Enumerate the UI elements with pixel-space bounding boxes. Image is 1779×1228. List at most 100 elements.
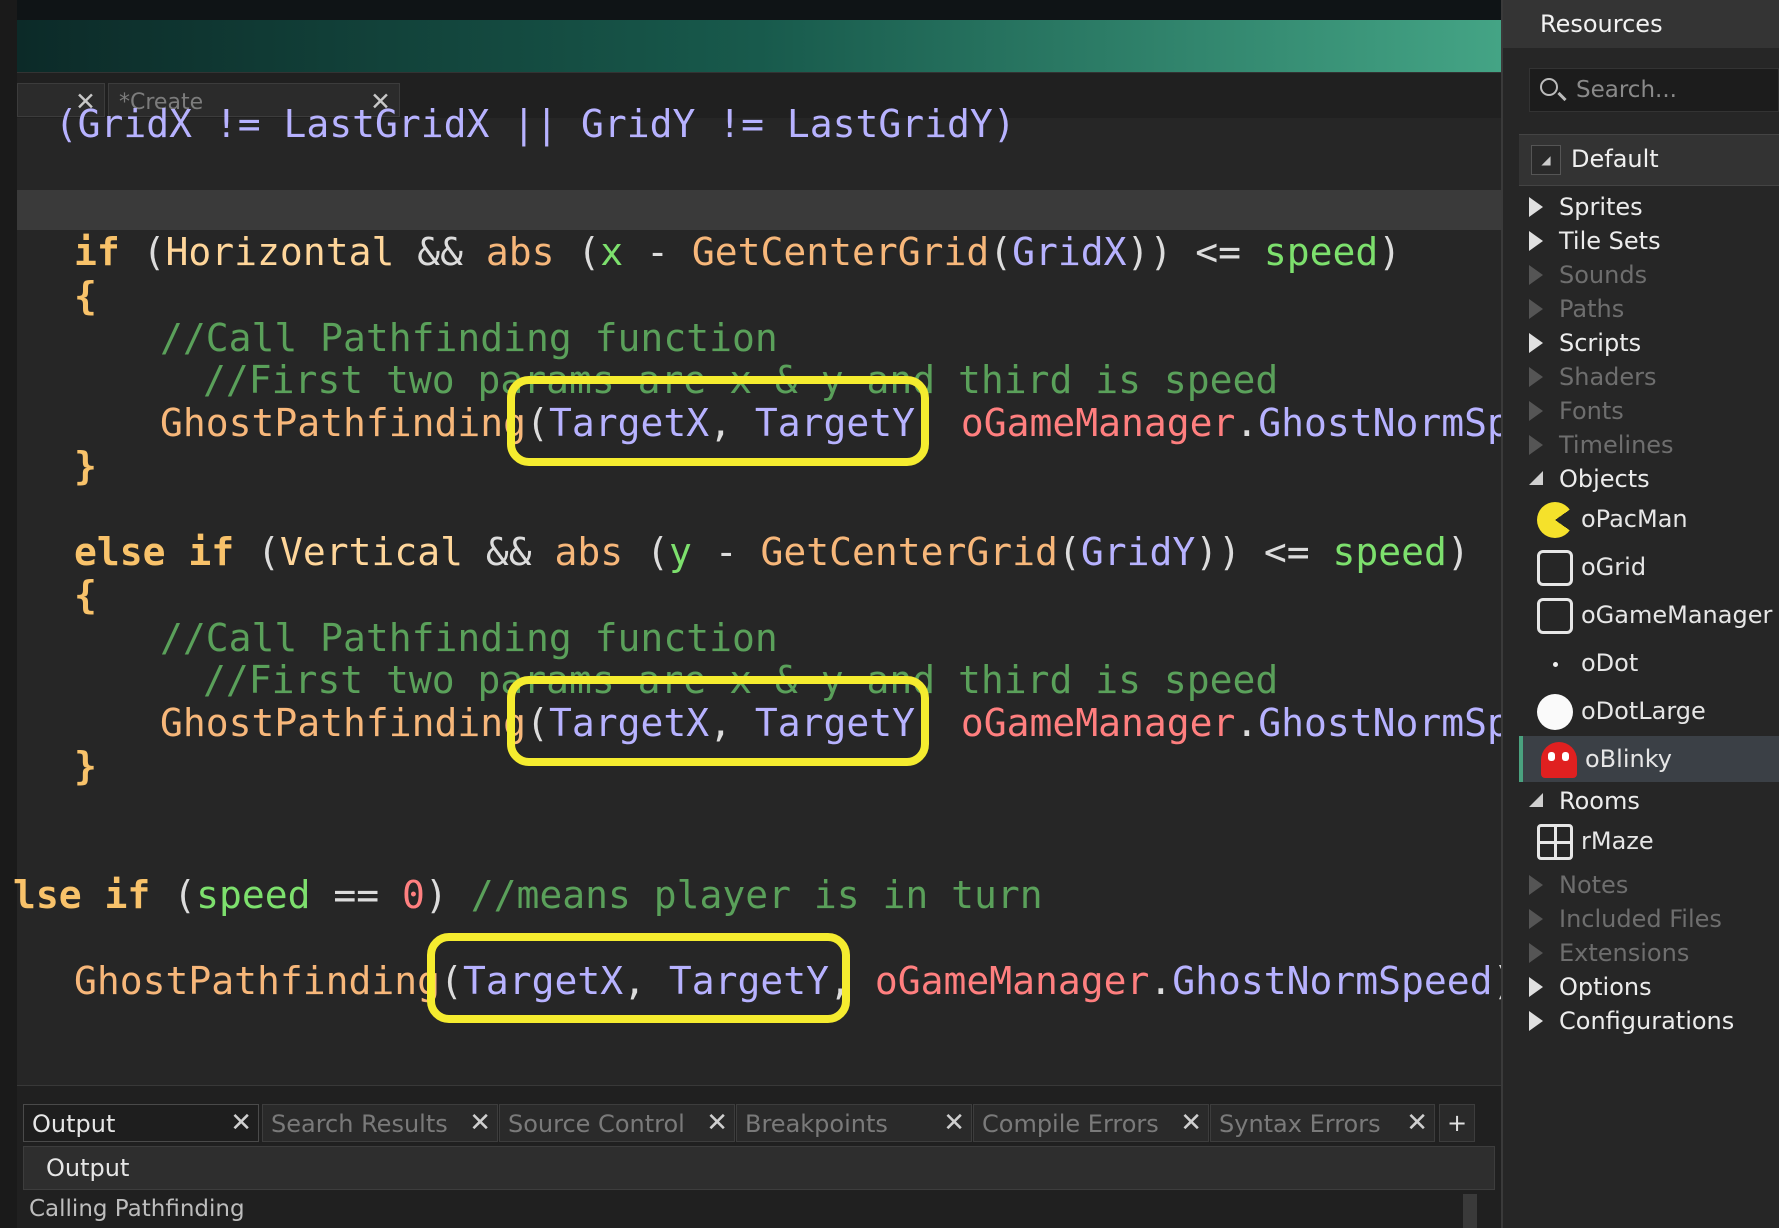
resource-folder-paths[interactable]: Paths	[1519, 292, 1779, 326]
resource-label: oBlinky	[1585, 745, 1672, 773]
resources-title-bar: Resources	[1503, 0, 1779, 48]
output-header-label: Output	[46, 1154, 130, 1182]
resource-folder-fonts[interactable]: Fonts	[1519, 394, 1779, 428]
resource-label: oGrid	[1581, 553, 1647, 581]
object-icon	[1537, 598, 1573, 634]
resource-folder-sprites[interactable]: Sprites	[1519, 190, 1779, 224]
resource-folder-label: Sprites	[1559, 193, 1643, 221]
code-line-brace-close: }	[74, 744, 97, 788]
tab-source-control[interactable]: Source Control ✕	[499, 1104, 735, 1142]
resource-object-odotlarge[interactable]: oDotLarge	[1519, 688, 1779, 734]
tab-search-results[interactable]: Search Results ✕	[262, 1104, 498, 1142]
output-log-text: Calling Pathfinding	[29, 1196, 245, 1222]
resource-label: oGameManager	[1581, 601, 1773, 629]
resource-folder-shaders[interactable]: Shaders	[1519, 360, 1779, 394]
search-placeholder: Search...	[1576, 77, 1677, 103]
tab-syntax-errors[interactable]: Syntax Errors ✕	[1210, 1104, 1435, 1142]
resource-folder-label: Scripts	[1559, 329, 1642, 357]
add-tab-button[interactable]: +	[1439, 1104, 1475, 1142]
resource-label: oDotLarge	[1581, 697, 1706, 725]
tab-label: Syntax Errors	[1219, 1110, 1381, 1138]
tab-label: Breakpoints	[745, 1110, 888, 1138]
tab-label: Compile Errors	[982, 1110, 1159, 1138]
dot-icon	[1537, 646, 1573, 682]
collapse-arrow-icon	[1529, 471, 1543, 485]
resource-folder-label: Options	[1559, 973, 1652, 1001]
tab-label: Source Control	[508, 1110, 685, 1138]
expand-arrow-icon	[1529, 875, 1543, 895]
close-icon[interactable]: ✕	[230, 1108, 252, 1138]
highlight-ring	[427, 933, 850, 1023]
resource-folder-label: Rooms	[1559, 787, 1640, 815]
resource-folder-label: Paths	[1559, 295, 1625, 323]
expand-arrow-icon	[1529, 977, 1543, 997]
resource-folder-notes[interactable]: Notes	[1519, 868, 1779, 902]
tab-label: Search Results	[271, 1110, 448, 1138]
resource-folder-tile-sets[interactable]: Tile Sets	[1519, 224, 1779, 258]
code-line-else-if-speed: lse if (speed == 0) //means player is in…	[13, 873, 1043, 917]
group-icon: ◢	[1531, 145, 1561, 175]
collapse-arrow-icon	[1529, 793, 1543, 807]
code-line-brace-close: }	[74, 444, 97, 488]
expand-arrow-icon	[1529, 909, 1543, 929]
expand-arrow-icon	[1529, 1011, 1543, 1031]
resource-object-oblinky[interactable]: oBlinky	[1519, 736, 1779, 782]
close-icon[interactable]: ✕	[1180, 1108, 1202, 1138]
expand-arrow-icon	[1529, 265, 1543, 285]
expand-arrow-icon	[1529, 197, 1543, 217]
resource-folder-label: Shaders	[1559, 363, 1657, 391]
tab-breakpoints[interactable]: Breakpoints ✕	[736, 1104, 972, 1142]
resource-folder-options[interactable]: Options	[1519, 970, 1779, 1004]
resource-room-rmaze[interactable]: rMaze	[1519, 818, 1779, 864]
pacman-icon	[1537, 502, 1573, 538]
highlight-ring	[507, 676, 929, 766]
tab-compile-errors[interactable]: Compile Errors ✕	[973, 1104, 1209, 1142]
editor-title-strip	[17, 0, 1501, 20]
resource-label: oDot	[1581, 649, 1639, 677]
output-header: Output	[23, 1146, 1495, 1190]
expand-arrow-icon	[1529, 401, 1543, 421]
resources-title: Resources	[1540, 10, 1663, 38]
code-editor-pane: ✕ *Create ✕ (GridX != LastGridX || GridY…	[0, 0, 1501, 1228]
search-icon	[1540, 78, 1558, 96]
resource-object-opacman[interactable]: oPacMan	[1519, 496, 1779, 542]
resource-object-ogamemanager[interactable]: oGameManager	[1519, 592, 1779, 638]
tab-output[interactable]: Output ✕	[23, 1104, 259, 1142]
expand-arrow-icon	[1529, 333, 1543, 353]
resource-folder-scripts[interactable]: Scripts	[1519, 326, 1779, 360]
current-line-highlight	[17, 190, 1501, 230]
resource-folder-configurations[interactable]: Configurations	[1519, 1004, 1779, 1038]
expand-arrow-icon	[1529, 367, 1543, 387]
resource-group-default[interactable]: ◢ Default	[1519, 134, 1779, 186]
editor-left-gutter	[0, 0, 18, 1228]
resource-folder-label: Configurations	[1559, 1007, 1735, 1035]
code-line-else-if-vertical: else if (Vertical && abs (y - GetCenterG…	[74, 530, 1470, 574]
close-icon[interactable]: ✕	[706, 1108, 728, 1138]
ghost-icon	[1541, 742, 1577, 778]
room-icon	[1537, 824, 1573, 860]
output-scrollbar[interactable]	[1463, 1194, 1477, 1228]
code-line-comment: //Call Pathfinding function	[160, 616, 778, 660]
resource-folder-timelines[interactable]: Timelines	[1519, 428, 1779, 462]
resource-label: rMaze	[1581, 827, 1654, 855]
object-icon	[1537, 550, 1573, 586]
resource-object-ogrid[interactable]: oGrid	[1519, 544, 1779, 590]
resource-folder-included-files[interactable]: Included Files	[1519, 902, 1779, 936]
code-line-if-horizontal: if (Horizontal && abs (x - GetCenterGrid…	[74, 230, 1402, 274]
code-area[interactable]: (GridX != LastGridX || GridY != LastGrid…	[13, 102, 1501, 1085]
resource-folder-sounds[interactable]: Sounds	[1519, 258, 1779, 292]
resource-folder-label: Timelines	[1559, 431, 1674, 459]
close-icon[interactable]: ✕	[469, 1108, 491, 1138]
resource-folder-objects[interactable]: Objects	[1519, 462, 1779, 496]
close-icon[interactable]: ✕	[1406, 1108, 1428, 1138]
resources-panel: Resources Search... ◢ Default Sprites Ti…	[1501, 0, 1779, 1228]
output-panel: Output ✕ Search Results ✕ Source Control…	[17, 1085, 1501, 1228]
close-icon[interactable]: ✕	[943, 1108, 965, 1138]
resource-object-odot[interactable]: oDot	[1519, 640, 1779, 686]
resource-folder-rooms[interactable]: Rooms	[1519, 784, 1779, 818]
resource-folder-extensions[interactable]: Extensions	[1519, 936, 1779, 970]
resources-search-input[interactable]: Search...	[1529, 68, 1779, 112]
expand-arrow-icon	[1529, 435, 1543, 455]
tab-label: Output	[32, 1110, 116, 1138]
expand-arrow-icon	[1529, 943, 1543, 963]
